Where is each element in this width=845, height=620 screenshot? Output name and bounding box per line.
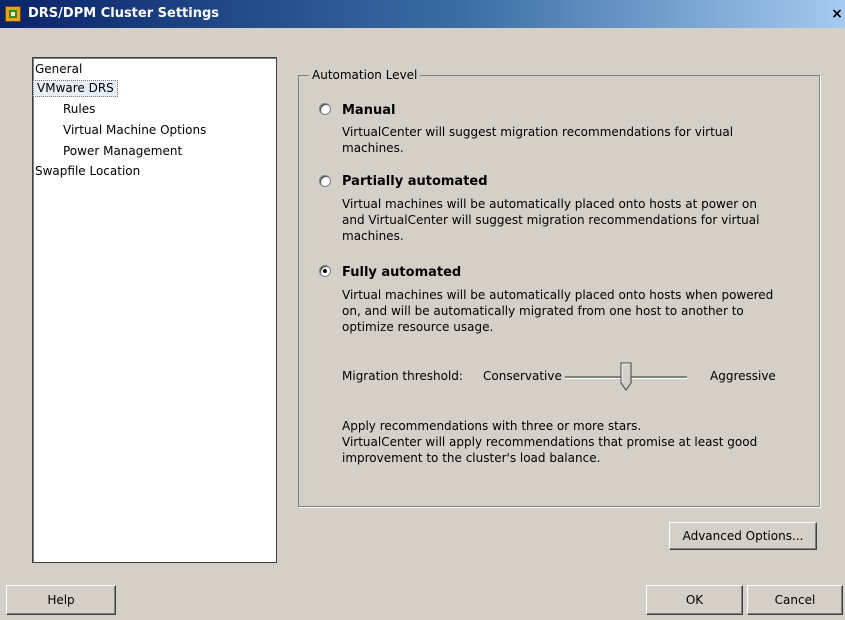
settings-nav-tree: General VMware DRS Rules Virtual Machine… — [32, 57, 277, 563]
app-icon — [5, 6, 21, 22]
ok-button[interactable]: OK — [646, 585, 743, 615]
partially-automated-radio[interactable] — [319, 175, 331, 187]
partially-automated-description: Virtual machines will be automatically p… — [342, 197, 760, 243]
cancel-button[interactable]: Cancel — [747, 585, 843, 615]
manual-description: VirtualCenter will suggest migration rec… — [342, 125, 734, 155]
window-title: DRS/DPM Cluster Settings — [28, 6, 220, 21]
recommendation-summary: Apply recommendations with three or more… — [342, 419, 642, 433]
recommendation-detail: VirtualCenter will apply recommendations… — [342, 435, 758, 465]
nav-item-rules[interactable]: Rules — [63, 102, 95, 117]
automation-level-legend: Automation Level — [309, 68, 421, 82]
conservative-label: Conservative — [483, 369, 562, 383]
nav-item-general[interactable]: General — [35, 62, 82, 77]
advanced-options-button[interactable]: Advanced Options... — [669, 522, 817, 550]
close-icon[interactable]: × — [830, 6, 844, 22]
migration-threshold-slider-thumb[interactable] — [620, 362, 632, 392]
help-button[interactable]: Help — [6, 585, 116, 615]
title-bar: DRS/DPM Cluster Settings × — [0, 0, 845, 28]
manual-label[interactable]: Manual — [342, 103, 395, 119]
nav-item-virtual-machine-options[interactable]: Virtual Machine Options — [63, 123, 206, 138]
fully-automated-label[interactable]: Fully automated — [342, 265, 461, 281]
nav-item-swapfile-location[interactable]: Swapfile Location — [35, 164, 140, 179]
manual-radio[interactable] — [319, 103, 331, 115]
aggressive-label: Aggressive — [710, 369, 776, 383]
fully-automated-description: Virtual machines will be automatically p… — [342, 288, 774, 334]
fully-automated-radio[interactable] — [319, 265, 331, 277]
nav-item-vmware-drs[interactable]: VMware DRS — [33, 80, 118, 97]
migration-threshold-label: Migration threshold: — [342, 369, 463, 383]
nav-item-power-management[interactable]: Power Management — [63, 144, 182, 159]
partially-automated-label[interactable]: Partially automated — [342, 174, 488, 190]
